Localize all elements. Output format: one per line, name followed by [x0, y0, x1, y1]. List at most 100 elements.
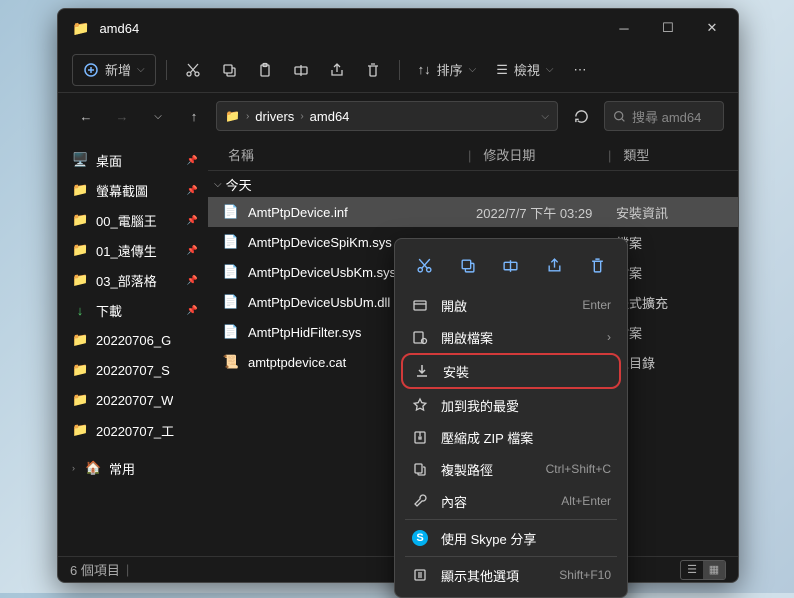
recent-button[interactable]: ⌵ — [144, 102, 172, 130]
details-view-icon[interactable]: ☰ — [681, 561, 703, 579]
sidebar-frequent[interactable]: › 🏠 常用 — [58, 453, 208, 483]
file-type: 性目錄 — [616, 353, 738, 372]
pin-icon: 📌 — [187, 245, 198, 256]
file-icon: 📜 — [222, 354, 240, 370]
open-icon — [411, 297, 429, 313]
toolbar: 新增 ⌵ ↑↓ 排序 ⌵ ☰ 檢視 ⌵ ⋯ — [58, 47, 738, 93]
folder-icon: 📁 — [72, 392, 88, 408]
ctx-open[interactable]: 開啟Enter — [401, 289, 621, 321]
sidebar-label: 01_遠傳生 — [96, 241, 157, 260]
up-button[interactable]: ↑ — [180, 102, 208, 130]
sidebar-item[interactable]: 📁00_電腦王📌 — [58, 205, 208, 235]
wrench-icon — [411, 493, 429, 509]
new-label: 新增 — [105, 60, 131, 79]
col-type[interactable]: |類型 — [608, 145, 738, 164]
cut-button[interactable] — [177, 54, 209, 86]
home-icon: 🏠 — [85, 460, 101, 476]
sidebar-label: 常用 — [109, 459, 135, 478]
share-button[interactable] — [321, 54, 353, 86]
file-type: 檔案 — [616, 263, 738, 282]
ctx-share-button[interactable] — [538, 249, 570, 281]
ctx-skype[interactable]: S 使用 Skype 分享 — [401, 522, 621, 554]
item-count: 6 個項目 — [70, 560, 120, 579]
ctx-delete-button[interactable] — [581, 249, 613, 281]
file-type: 檔案 — [616, 323, 738, 342]
titlebar[interactable]: 📁 amd64 ─ ☐ ✕ — [58, 9, 738, 47]
breadcrumb-segment[interactable]: amd64 — [310, 109, 350, 124]
folder-icon: 📁 — [72, 182, 88, 198]
zip-icon — [411, 429, 429, 445]
folder-icon: 📁 — [72, 332, 88, 348]
copypath-icon — [411, 461, 429, 477]
skype-icon: S — [411, 530, 429, 546]
tiles-view-icon[interactable]: ▦ — [703, 561, 725, 579]
pin-icon: 📌 — [187, 155, 198, 166]
ctx-more-options[interactable]: 顯示其他選項Shift+F10 — [401, 559, 621, 591]
new-button[interactable]: 新增 ⌵ — [72, 54, 156, 86]
pin-icon: 📌 — [187, 275, 198, 286]
file-row[interactable]: 📄AmtPtpDevice.inf2022/7/7 下午 03:29安裝資訊 — [208, 197, 738, 227]
chevron-icon: › — [72, 463, 75, 473]
sort-button[interactable]: ↑↓ 排序 ⌵ — [410, 54, 485, 86]
sidebar-item[interactable]: 🖥️桌面📌 — [58, 145, 208, 175]
search-placeholder: 搜尋 amd64 — [632, 107, 701, 126]
sidebar-item[interactable]: 📁03_部落格📌 — [58, 265, 208, 295]
sidebar-item[interactable]: 📁01_遠傳生📌 — [58, 235, 208, 265]
view-switcher[interactable]: ☰ ▦ — [680, 560, 726, 580]
forward-button[interactable]: → — [108, 102, 136, 130]
ctx-copy-path[interactable]: 複製路徑Ctrl+Shift+C — [401, 453, 621, 485]
view-button[interactable]: ☰ 檢視 ⌵ — [488, 54, 561, 86]
sidebar-item[interactable]: 📁20220707_工 — [58, 415, 208, 445]
copy-button[interactable] — [213, 54, 245, 86]
address-bar[interactable]: 📁 › drivers › amd64 ⌵ — [216, 101, 558, 131]
star-icon — [411, 397, 429, 413]
ctx-open-with[interactable]: 開啟檔案› — [401, 321, 621, 353]
date-group[interactable]: ⌵今天 — [208, 171, 738, 197]
more-button[interactable]: ⋯ — [565, 54, 594, 86]
chevron-down-icon[interactable]: ⌵ — [541, 111, 549, 122]
sidebar-item[interactable]: 📁 20220707_W — [58, 385, 208, 415]
sidebar-label: 20220707_W — [96, 393, 173, 408]
file-icon: 📄 — [222, 324, 240, 340]
rename-button[interactable] — [285, 54, 317, 86]
search-input[interactable]: 搜尋 amd64 — [604, 101, 724, 131]
context-menu: 開啟Enter 開啟檔案› 安裝 加到我的最愛 壓縮成 ZIP 檔案 複製路徑C… — [394, 238, 628, 598]
view-label: 檢視 — [514, 60, 540, 79]
chevron-icon: › — [300, 111, 303, 122]
ctx-zip[interactable]: 壓縮成 ZIP 檔案 — [401, 421, 621, 453]
ctx-install[interactable]: 安裝 — [401, 353, 621, 389]
ctx-properties[interactable]: 內容Alt+Enter — [401, 485, 621, 517]
sidebar-item[interactable]: 📁20220707_S — [58, 355, 208, 385]
file-type: 安裝資訊 — [616, 203, 738, 222]
file-icon: 📄 — [222, 234, 240, 250]
file-type: 程式擴充 — [616, 293, 738, 312]
folder-icon: 📁 — [72, 20, 89, 37]
sidebar-item[interactable]: 📁螢幕截圖📌 — [58, 175, 208, 205]
install-icon — [413, 363, 431, 379]
sidebar-item[interactable]: ↓下載📌 — [58, 295, 208, 325]
sidebar-label: 20220707_S — [96, 363, 170, 378]
close-button[interactable]: ✕ — [690, 9, 734, 47]
sidebar-item[interactable]: 📁20220706_G — [58, 325, 208, 355]
folder-icon: 🖥️ — [72, 152, 88, 168]
more-icon — [411, 567, 429, 583]
sort-label: 排序 — [437, 60, 463, 79]
ctx-favorites[interactable]: 加到我的最愛 — [401, 389, 621, 421]
minimize-button[interactable]: ─ — [602, 9, 646, 47]
sidebar-label: 00_電腦王 — [96, 211, 157, 230]
maximize-button[interactable]: ☐ — [646, 9, 690, 47]
delete-button[interactable] — [357, 54, 389, 86]
ctx-rename-button[interactable] — [495, 249, 527, 281]
col-date[interactable]: |修改日期 — [468, 145, 608, 164]
back-button[interactable]: ← — [72, 102, 100, 130]
ctx-cut-button[interactable] — [409, 249, 441, 281]
openwith-icon — [411, 329, 429, 345]
refresh-button[interactable] — [566, 101, 596, 131]
ctx-copy-button[interactable] — [452, 249, 484, 281]
breadcrumb-segment[interactable]: drivers — [255, 109, 294, 124]
paste-button[interactable] — [249, 54, 281, 86]
pin-icon: 📌 — [187, 185, 198, 196]
file-icon: 📄 — [222, 294, 240, 310]
col-name[interactable]: 名稱 — [208, 145, 468, 164]
file-date: 2022/7/7 下午 03:29 — [476, 203, 616, 222]
